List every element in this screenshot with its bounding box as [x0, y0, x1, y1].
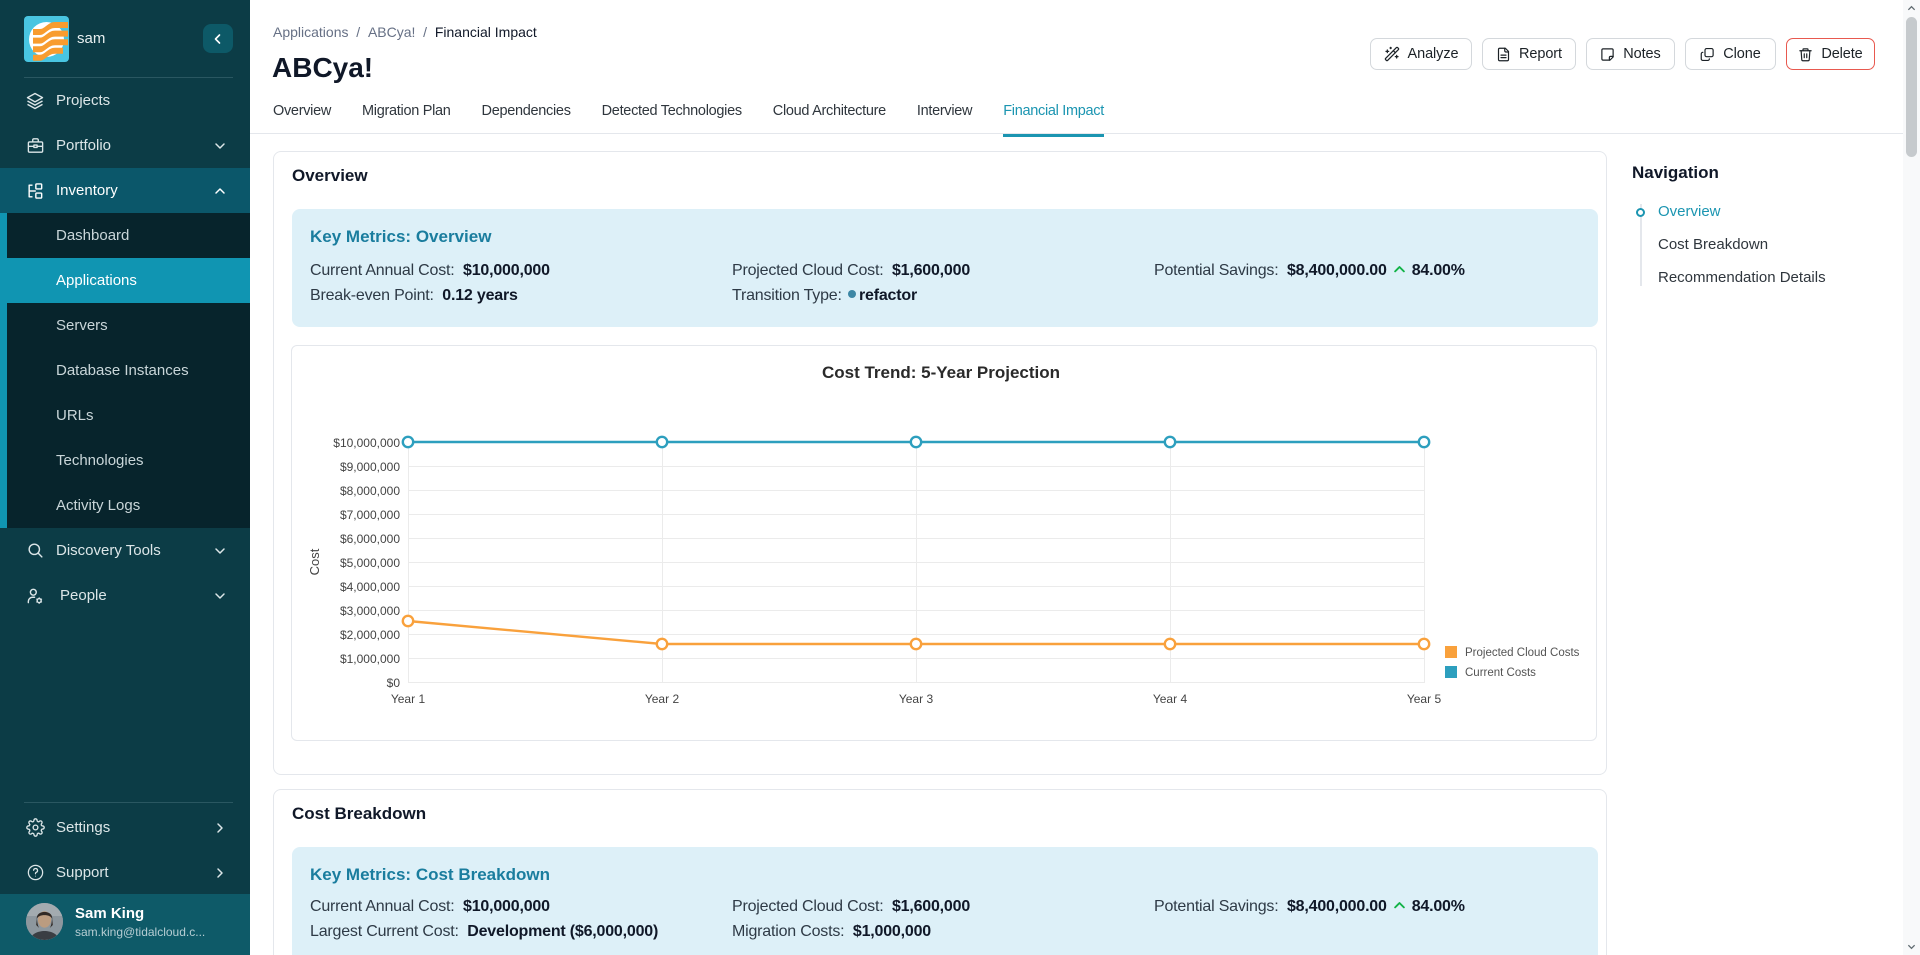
svg-text:$0: $0 — [387, 676, 401, 690]
svg-text:$8,000,000: $8,000,000 — [340, 484, 400, 498]
svg-text:Year 2: Year 2 — [645, 692, 680, 706]
svg-text:Year 1: Year 1 — [391, 692, 426, 706]
svg-text:Current Costs: Current Costs — [1465, 667, 1536, 679]
svg-text:Year 4: Year 4 — [1153, 692, 1188, 706]
svg-text:$4,000,000: $4,000,000 — [340, 580, 400, 594]
svg-text:$2,000,000: $2,000,000 — [340, 628, 400, 642]
svg-text:Year 3: Year 3 — [899, 692, 934, 706]
svg-text:Projected Cloud Costs: Projected Cloud Costs — [1465, 647, 1580, 659]
svg-text:Year 5: Year 5 — [1407, 692, 1442, 706]
svg-text:$7,000,000: $7,000,000 — [340, 508, 400, 522]
svg-text:$10,000,000: $10,000,000 — [333, 436, 400, 450]
svg-text:$6,000,000: $6,000,000 — [340, 532, 400, 546]
svg-text:Cost: Cost — [307, 548, 322, 575]
svg-text:Cost Trend: 5-Year Projection: Cost Trend: 5-Year Projection — [822, 363, 1060, 382]
svg-text:$3,000,000: $3,000,000 — [340, 604, 400, 618]
svg-text:$1,000,000: $1,000,000 — [340, 652, 400, 666]
svg-text:$9,000,000: $9,000,000 — [340, 460, 400, 474]
svg-text:$5,000,000: $5,000,000 — [340, 556, 400, 570]
